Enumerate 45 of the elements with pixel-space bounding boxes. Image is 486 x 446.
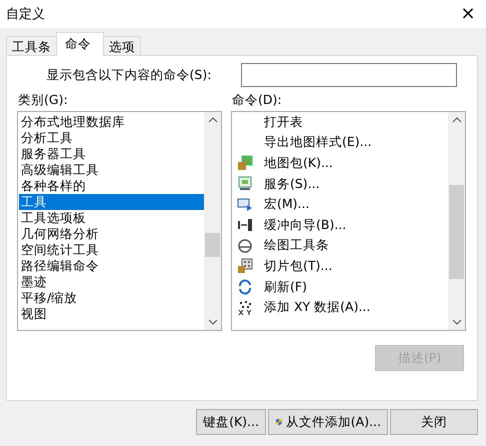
- command-item[interactable]: 刷新(F): [264, 278, 307, 296]
- command-item[interactable]: 打开表: [264, 114, 303, 131]
- command-item[interactable]: 缓冲向导(B)...: [264, 216, 346, 234]
- buffer-icon: [237, 217, 253, 234]
- tab[interactable]: 命令: [56, 32, 104, 56]
- list-label: 命令(D):: [231, 91, 283, 109]
- button[interactable]: 从文件添加(A)...: [268, 409, 388, 435]
- category-item[interactable]: 工具: [19, 194, 204, 210]
- category-item[interactable]: 分布式地理数据库: [19, 114, 204, 130]
- category-item[interactable]: 高级编辑工具: [19, 162, 204, 178]
- command-item[interactable]: 绘图工具条: [264, 237, 329, 254]
- category-item[interactable]: 服务器工具: [19, 146, 204, 162]
- scrollbar-thumb[interactable]: [449, 185, 464, 279]
- package-icon: [237, 155, 253, 172]
- refresh-icon: [237, 279, 253, 296]
- play-window-icon: [237, 196, 253, 213]
- command-item[interactable]: 服务(S)...: [264, 176, 320, 193]
- search-field[interactable]: [241, 63, 457, 87]
- xy-points-icon: [237, 300, 253, 316]
- command-item[interactable]: 切片包(T)...: [264, 258, 332, 275]
- list-label: 类别(G):: [17, 91, 69, 109]
- command-item[interactable]: 导出地图样式(E)...: [264, 134, 372, 152]
- category-item[interactable]: 空间统计工具: [19, 242, 204, 258]
- scrollbar-thumb[interactable]: [205, 233, 220, 257]
- category-item[interactable]: 视图: [19, 306, 204, 322]
- button[interactable]: 关闭: [390, 409, 478, 435]
- command-item[interactable]: 添加 XY 数据(A)...: [264, 299, 370, 316]
- category-item[interactable]: 墨迹: [19, 274, 204, 290]
- tab[interactable]: 选项: [103, 36, 141, 55]
- command-item[interactable]: 地图包(K)...: [264, 154, 333, 172]
- monitor-icon: [237, 176, 253, 192]
- close-button[interactable]: ×: [456, 4, 480, 24]
- tile-package-icon: [237, 258, 253, 274]
- tab[interactable]: 工具条: [6, 36, 57, 55]
- category-item[interactable]: 路径编辑命令: [19, 258, 204, 274]
- category-item[interactable]: 工具选项板: [19, 210, 204, 226]
- button[interactable]: 键盘(K)...: [196, 409, 266, 435]
- search-label: 显示包含以下内容的命令(S):: [46, 66, 212, 84]
- category-item[interactable]: 几何网络分析: [19, 226, 204, 242]
- command-item[interactable]: 宏(M)...: [264, 196, 310, 214]
- circle-icon: [237, 238, 253, 254]
- category-item[interactable]: 各种各样的: [19, 178, 204, 194]
- window-title: 自定义: [6, 6, 45, 23]
- category-item[interactable]: 平移/缩放: [19, 290, 204, 306]
- category-item[interactable]: 分析工具: [19, 130, 204, 146]
